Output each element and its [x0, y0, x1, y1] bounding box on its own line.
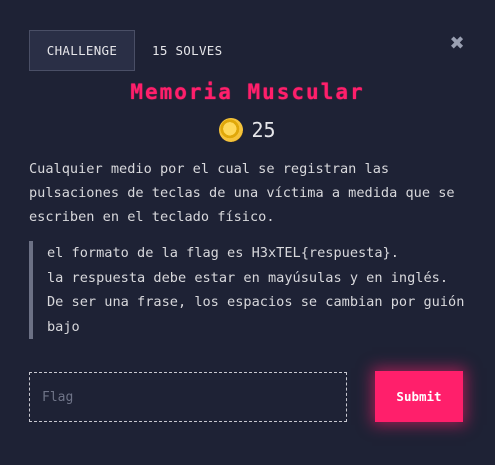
note-line: el formato de la flag es H3xTEL{respuest…	[47, 245, 399, 261]
submit-button[interactable]: Submit	[375, 371, 463, 422]
tab-solves[interactable]: 15 SOLVES	[152, 30, 222, 71]
flag-input[interactable]	[29, 372, 347, 422]
challenge-description: Cualquier medio por el cual se registran…	[29, 161, 455, 225]
challenge-title: Memoria Muscular	[130, 80, 365, 104]
challenge-points: 25	[0, 118, 495, 142]
note-line: De ser una frase, los espacios se cambia…	[47, 294, 465, 335]
coin-icon	[219, 118, 244, 142]
close-icon[interactable]: ✖	[447, 33, 467, 54]
points-value: 25	[251, 118, 276, 142]
tab-challenge[interactable]: CHALLENGE	[29, 30, 135, 71]
challenge-notes: el formato de la flag es H3xTEL{respuest…	[29, 241, 469, 339]
note-line: la respuesta debe estar en mayúsulas y e…	[47, 269, 449, 286]
